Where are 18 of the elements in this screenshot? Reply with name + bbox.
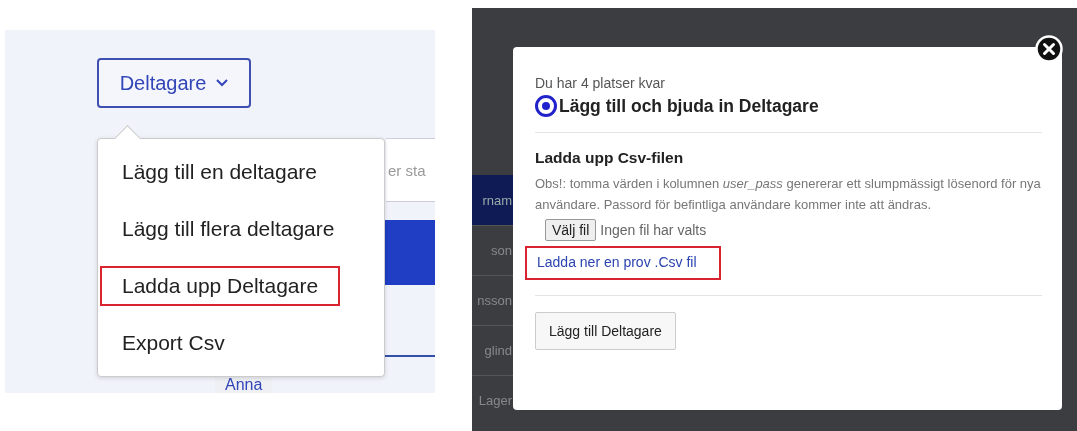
menu-item[interactable]: Export Csv — [100, 323, 247, 364]
choose-file-button[interactable]: Välj fil — [545, 219, 597, 241]
close-icon[interactable] — [1035, 35, 1063, 63]
option-label: Lägg till och bjuda in Deltagare — [559, 95, 819, 117]
table-header-bar — [385, 220, 435, 285]
note-text: Obs!: tomma värden i kolumnen user_pass genererar ett slumpmässigt lösenord för nya användare. Passord för befintliga användare kommer inte att ändras. — [535, 175, 1042, 214]
menu-item[interactable]: Lägg till en deltagare — [100, 151, 339, 192]
dropdown-button[interactable]: Deltagare — [97, 58, 251, 108]
seats-remaining-text: Du har 4 platser kvar — [535, 75, 666, 91]
submit-button[interactable]: Lägg till Deltagare — [535, 312, 676, 350]
radio-button[interactable] — [535, 95, 557, 117]
file-status-text: Ingen fil har valts — [600, 222, 707, 238]
menu-item[interactable]: Ladda upp Deltagare — [100, 266, 341, 307]
section-title: Ladda upp Csv-filen — [535, 149, 685, 167]
download-link[interactable]: Ladda ner en prov .Csv fil — [525, 246, 721, 280]
menu-item[interactable]: Lägg till flera deltagare — [100, 208, 357, 249]
chevron-down-icon — [216, 79, 229, 87]
table-cell: rnam — [472, 175, 513, 225]
